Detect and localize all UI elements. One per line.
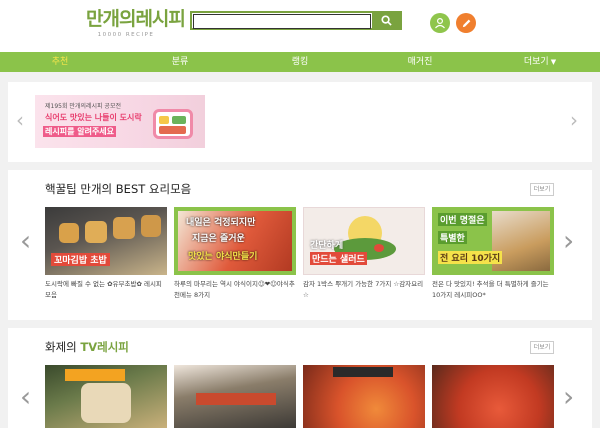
thumbnail-text: 전 요리 10가지 xyxy=(438,251,503,264)
section-title-highlight: TV레시피 xyxy=(80,340,129,354)
recipe-thumbnail xyxy=(174,365,296,428)
recipe-thumbnail xyxy=(45,365,167,428)
best-recipes-section: 핵꿀팁 만개의 BEST 요리모음 더보기 ‹ 꼬마김밥 초밥 도시락에 빠질 … xyxy=(8,170,592,320)
best-prev-button[interactable]: ‹ xyxy=(20,226,31,256)
recipe-thumbnail: 꼬마김밥 초밥 xyxy=(45,207,167,275)
chevron-right-icon: › xyxy=(563,380,575,413)
recipe-card[interactable]: 내일은 걱정되지만 지금은 즐거운 맛있는 야식만들기 하루의 마무리는 역시 … xyxy=(174,207,296,301)
banner-prev-button[interactable]: ‹ xyxy=(16,108,24,132)
recipe-caption: 감자 1박스 뿌개기 가능한 7가지 ☆감자요리☆ xyxy=(303,280,424,299)
search-button[interactable] xyxy=(372,13,400,28)
lunchbox-illustration xyxy=(153,109,193,139)
recipe-caption: 도시락에 빠질 수 없는 ✿유부초밥✿ 레시피 모음 xyxy=(45,280,162,299)
thumbnail-text: 꼬마김밥 초밥 xyxy=(51,253,110,266)
nav-item-label: 매거진 xyxy=(407,57,433,67)
chevron-right-icon: › xyxy=(570,108,578,132)
section-title-text: 핵꿀팁 만개의 BEST 요리모음 xyxy=(45,182,192,196)
banner-image[interactable]: 제195회 만개의레시피 공모전 식어도 맛있는 나들이 도시락 레시피를 알려… xyxy=(35,95,205,148)
recipe-thumbnail xyxy=(303,365,425,428)
recipe-card[interactable]: 이번 명절은 특별한 전 요리 10가지 전은 다 맛있지! 추석을 더 특별하… xyxy=(432,207,554,301)
nav-item-label: 분류 xyxy=(171,57,189,67)
user-icon xyxy=(435,17,445,29)
logo-sub-text: 10000 RECIPE xyxy=(97,32,155,38)
search-box xyxy=(190,11,402,30)
recipe-caption: 하루의 마무리는 역시 야식이지☺❤☺야식추천메뉴 8가지 xyxy=(174,280,295,299)
logo-main-text: 만개의레시피 xyxy=(86,8,186,30)
nav-item-label: 더보기 xyxy=(523,57,549,67)
more-button[interactable]: 더보기 xyxy=(530,341,554,354)
recipe-thumbnail xyxy=(432,365,554,428)
chevron-left-icon: ‹ xyxy=(20,224,32,257)
tv-recipes-section: 화제의 TV레시피 더보기 ‹ › xyxy=(8,328,592,428)
nav-item-recommend[interactable]: 추천 xyxy=(0,52,120,72)
banner-headline-1: 식어도 맛있는 나들이 도시락 xyxy=(45,113,142,122)
header: 만개의레시피 10000 RECIPE xyxy=(0,0,600,52)
best-next-button[interactable]: › xyxy=(563,226,574,256)
main-nav: 추천 분류 랭킹 매거진 더보기 ▼ xyxy=(0,52,600,72)
section-title: 핵꿀팁 만개의 BEST 요리모음 xyxy=(45,181,191,197)
recipe-thumbnail: 이번 명절은 특별한 전 요리 10가지 xyxy=(432,207,554,275)
tv-recipe-card[interactable] xyxy=(432,365,554,428)
search-input[interactable] xyxy=(193,14,371,29)
tv-recipe-card[interactable] xyxy=(303,365,425,428)
banner-small-text: 제195회 만개의레시피 공모전 xyxy=(45,103,121,110)
thumbnail-text: 이번 명절은 xyxy=(438,213,487,226)
logo[interactable]: 만개의레시피 10000 RECIPE xyxy=(86,8,186,44)
nav-item-ranking[interactable]: 랭킹 xyxy=(240,52,360,72)
tv-prev-button[interactable]: ‹ xyxy=(20,382,31,412)
chevron-right-icon: › xyxy=(563,224,575,257)
nav-item-category[interactable]: 분류 xyxy=(120,52,240,72)
chevron-down-icon: ▼ xyxy=(550,58,557,66)
recipe-thumbnail: 간단하게 만드는 샐러드 xyxy=(303,207,425,275)
thumbnail-text: 내일은 걱정되지만 xyxy=(186,218,256,228)
write-recipe-button[interactable] xyxy=(456,13,476,33)
banner-headline-2: 레시피를 알려주세요 xyxy=(43,126,117,137)
nav-item-magazine[interactable]: 매거진 xyxy=(360,52,480,72)
chevron-left-icon: ‹ xyxy=(16,108,24,132)
recipe-card[interactable]: 꼬마김밥 초밥 도시락에 빠질 수 없는 ✿유부초밥✿ 레시피 모음 xyxy=(45,207,167,301)
pencil-icon xyxy=(462,19,470,27)
search-icon xyxy=(380,15,392,26)
recipe-caption: 전은 다 맛있지! 추석을 더 특별하게 즐기는 10가지 레시피OO* xyxy=(432,280,549,299)
thumbnail-text: 간단하게 xyxy=(310,241,344,251)
thumbnail-text: 지금은 즐거운 xyxy=(192,234,245,244)
thumbnail-text: 특별한 xyxy=(438,231,467,244)
section-title: 화제의 TV레시피 xyxy=(45,339,129,355)
tv-recipe-card[interactable] xyxy=(45,365,167,428)
nav-item-more[interactable]: 더보기 ▼ xyxy=(480,52,600,72)
recipe-card[interactable]: 간단하게 만드는 샐러드 감자 1박스 뿌개기 가능한 7가지 ☆감자요리☆ xyxy=(303,207,425,301)
banner-section: ‹ 제195회 만개의레시피 공모전 식어도 맛있는 나들이 도시락 레시피를 … xyxy=(8,82,592,162)
thumbnail-text: 맛있는 야식만들기 xyxy=(188,252,258,262)
tv-next-button[interactable]: › xyxy=(563,382,574,412)
more-button[interactable]: 더보기 xyxy=(530,183,554,196)
user-button[interactable] xyxy=(430,13,450,33)
section-title-text: 화제의 xyxy=(45,340,81,354)
nav-item-label: 랭킹 xyxy=(291,57,309,67)
tv-recipe-card[interactable] xyxy=(174,365,296,428)
chevron-left-icon: ‹ xyxy=(20,380,32,413)
banner-next-button[interactable]: › xyxy=(570,108,578,132)
nav-item-label: 추천 xyxy=(51,57,69,67)
recipe-thumbnail: 내일은 걱정되지만 지금은 즐거운 맛있는 야식만들기 xyxy=(174,207,296,275)
thumbnail-text: 만드는 샐러드 xyxy=(310,252,367,265)
